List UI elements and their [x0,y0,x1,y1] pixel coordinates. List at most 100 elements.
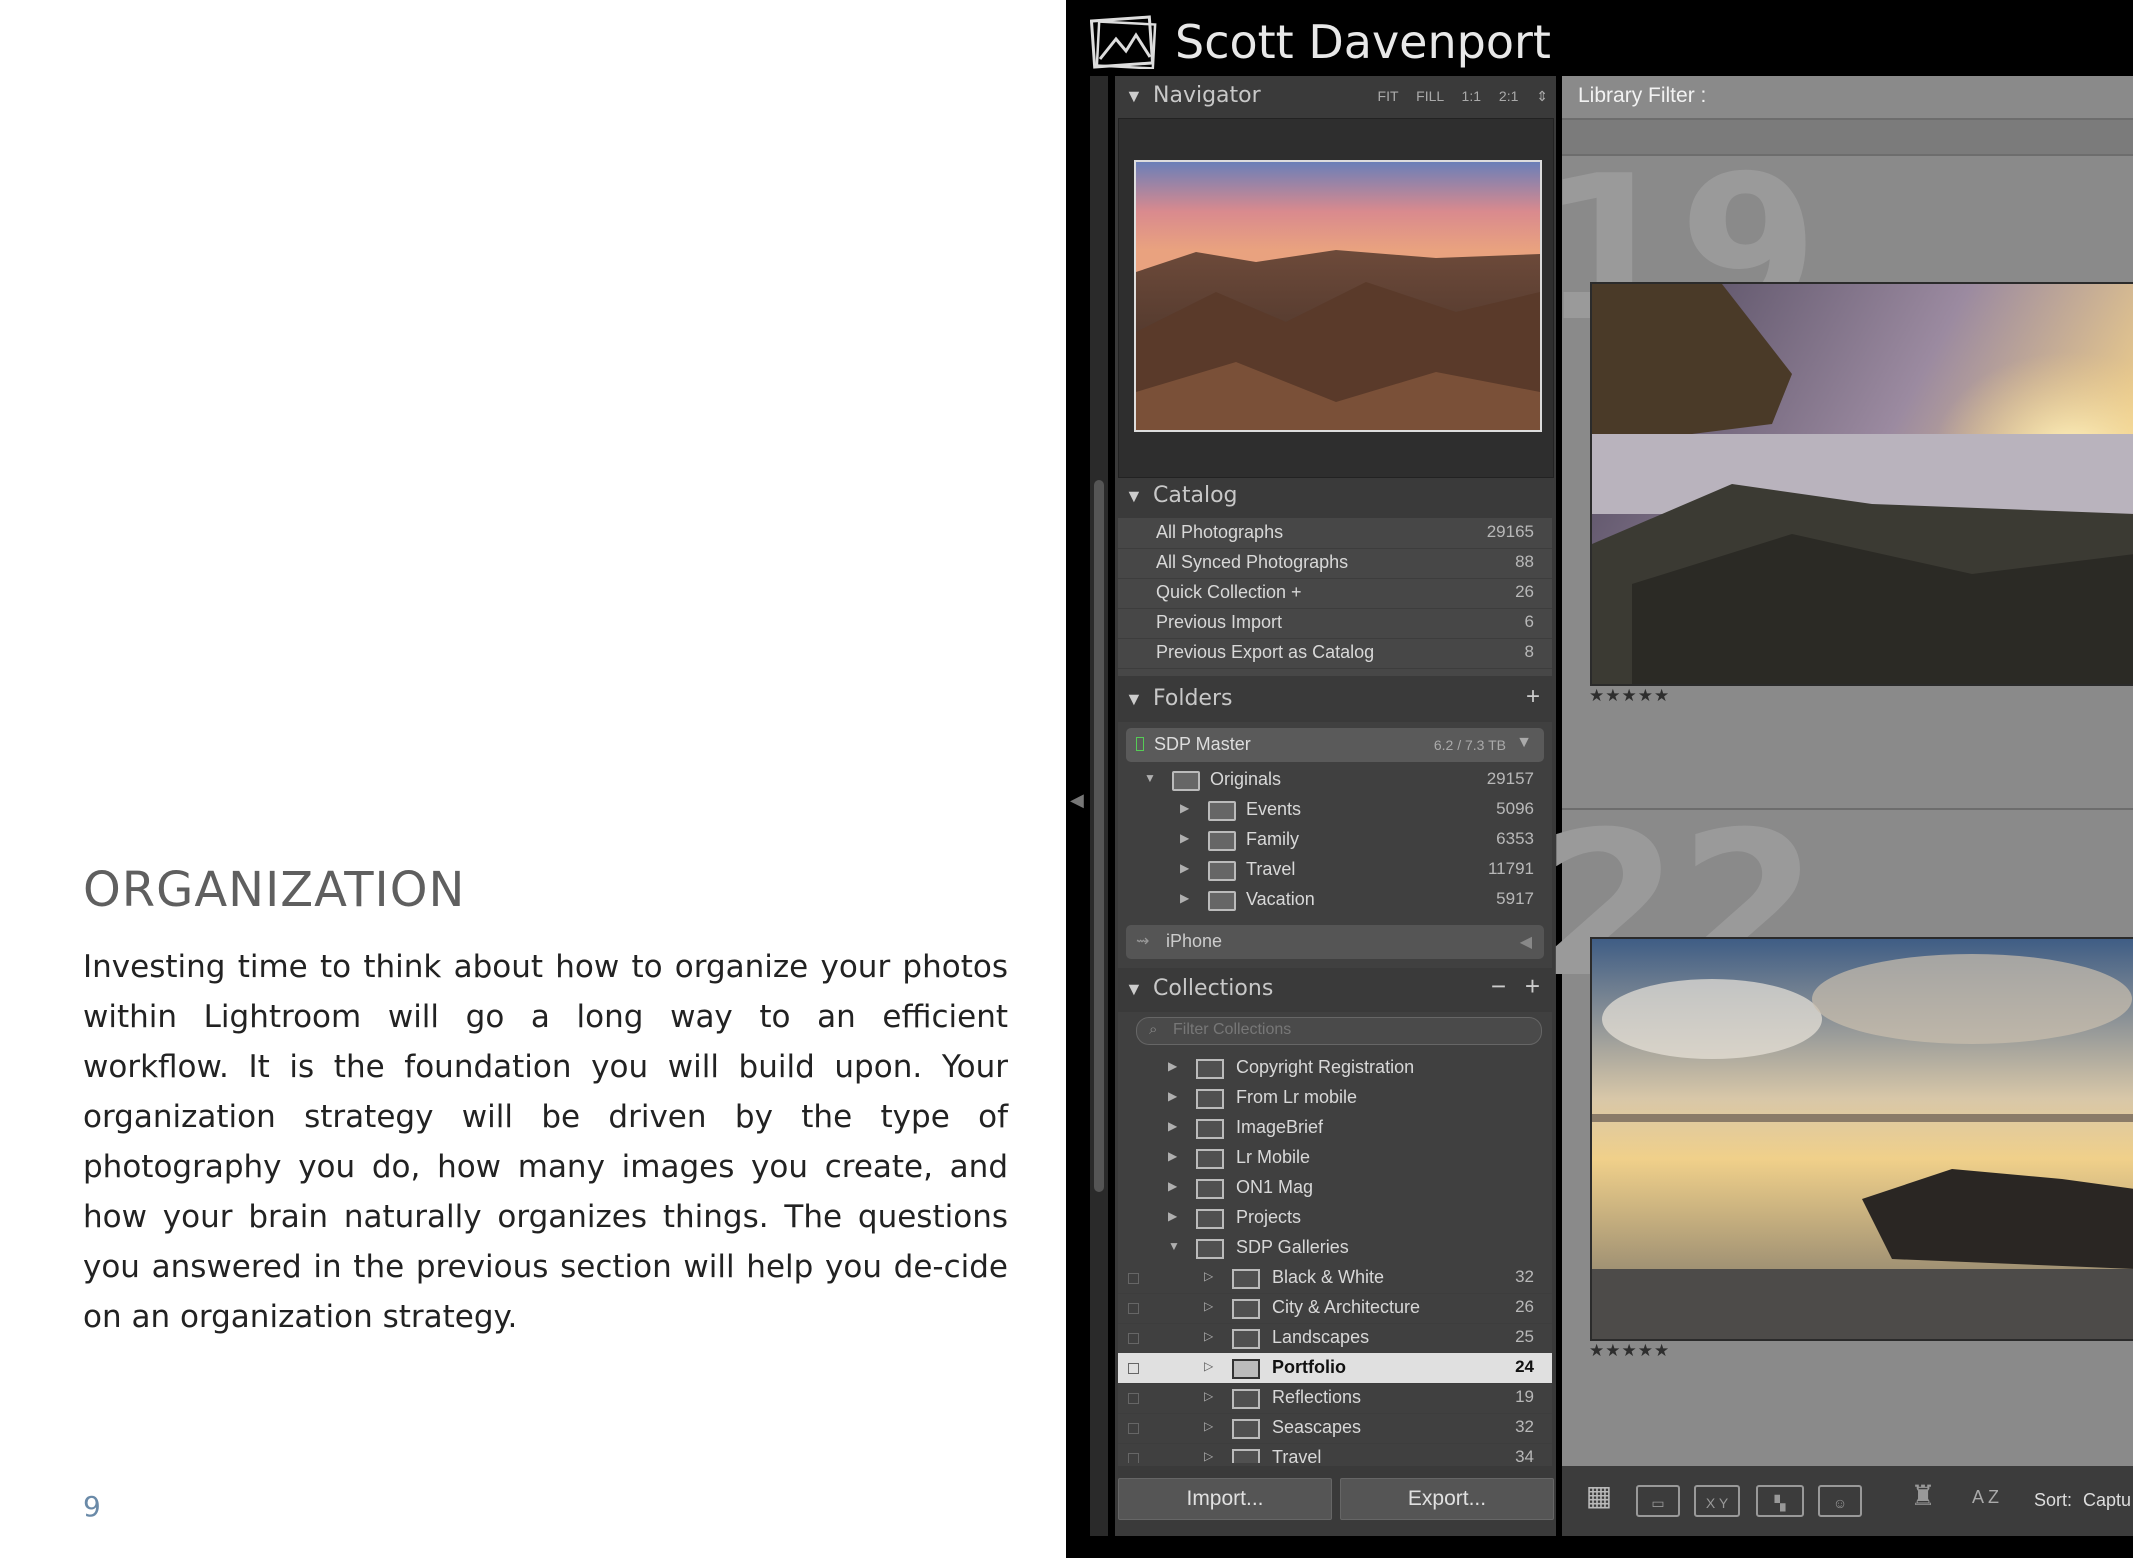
disclosure-open-icon[interactable]: ▼ [1144,771,1156,785]
add-collection-icon[interactable]: + [1525,971,1540,1002]
collection-set-lr-mobile[interactable]: ▶ Lr Mobile [1118,1143,1552,1173]
smart-disclosure-icon[interactable]: ▷ [1204,1419,1213,1433]
collection-icon [1232,1329,1260,1349]
sort-value[interactable]: Captu [2083,1490,2131,1511]
collection-landscapes[interactable]: ▷ Landscapes 25 [1118,1323,1552,1354]
collection-set-from-lr-mobile[interactable]: ▶ From Lr mobile [1118,1083,1552,1113]
left-panel-scrollbar[interactable] [1094,480,1104,1192]
painter-spray-can-icon[interactable]: ♜ [1910,1480,1936,1512]
disclosure-closed-icon[interactable]: ▶ [1168,1119,1177,1133]
smart-disclosure-icon[interactable]: ▷ [1204,1299,1213,1313]
collection-icon [1232,1419,1260,1439]
library-filter-bar[interactable]: Library Filter : [1562,76,2133,120]
collection-icon [1232,1269,1260,1289]
grid-thumbnail-beach-reflection[interactable] [1590,937,2133,1341]
target-checkbox[interactable] [1128,1423,1139,1434]
smart-disclosure-icon[interactable]: ▷ [1204,1329,1213,1343]
disclosure-open-icon[interactable]: ▼ [1168,1239,1180,1253]
smart-disclosure-icon[interactable]: ▷ [1204,1269,1213,1283]
disclosure-closed-icon[interactable]: ▶ [1180,861,1189,875]
volume-sdp-master[interactable]: SDP Master 6.2 / 7.3 TB ▼ [1126,728,1544,762]
collapse-triangle-icon[interactable]: ▼ [1125,979,1143,1000]
page-number: 9 [83,1490,101,1523]
rating-stars[interactable]: ★★★★★ [1589,1341,1670,1361]
volume-menu-icon[interactable]: ▼ [1516,734,1532,752]
volume-iphone[interactable]: ⇝ iPhone ◀ [1126,925,1544,959]
collection-set-sdp-galleries[interactable]: ▼ SDP Galleries [1118,1233,1552,1263]
collection-travel[interactable]: ▷ Travel 34 [1118,1443,1552,1463]
zoom-1-1[interactable]: 1:1 [1462,88,1481,104]
folder-travel[interactable]: ▶ Travel 11791 [1118,855,1552,885]
collections-header[interactable]: ▼ Collections − + [1115,971,1556,1011]
smart-disclosure-icon[interactable]: ▷ [1204,1359,1213,1373]
navigator-preview-image[interactable] [1134,160,1542,432]
collapse-triangle-icon[interactable]: ▼ [1125,689,1143,710]
collection-set-copyright[interactable]: ▶ Copyright Registration [1118,1053,1552,1083]
folder-icon [1208,891,1236,911]
collapse-triangle-icon[interactable]: ▼ [1125,86,1143,107]
filter-collections-input[interactable]: ⌕ Filter Collections [1136,1017,1542,1045]
collection-reflections[interactable]: ▷ Reflections 19 [1118,1383,1552,1414]
volume-status-icon [1136,737,1144,751]
smart-disclosure-icon[interactable]: ▷ [1204,1449,1213,1463]
collapse-left-panel-icon[interactable]: ◀ [1070,790,1084,811]
catalog-item-previous-import[interactable]: Previous Import 6 [1118,608,1552,639]
target-checkbox[interactable] [1128,1303,1139,1314]
collection-portfolio-selected[interactable]: ▷ Portfolio 24 [1118,1353,1552,1384]
zoom-fit[interactable]: FIT [1378,88,1399,104]
disclosure-closed-icon[interactable]: ▶ [1168,1059,1177,1073]
catalog-item-synced[interactable]: All Synced Photographs 88 [1118,548,1552,579]
collection-black-white[interactable]: ▷ Black & White 32 [1118,1263,1552,1294]
loupe-view-icon[interactable]: ▭ [1636,1485,1680,1517]
collection-set-imagebrief[interactable]: ▶ ImageBrief [1118,1113,1552,1143]
folder-family[interactable]: ▶ Family 6353 [1118,825,1552,855]
collection-tree: ▶ Copyright Registration ▶ From Lr mobil… [1118,1053,1552,1463]
target-checkbox[interactable] [1128,1393,1139,1404]
volume-name: SDP Master [1154,734,1251,754]
target-checkbox[interactable] [1128,1333,1139,1344]
folder-originals[interactable]: ▼ Originals 29157 [1118,765,1552,795]
catalog-item-quick-collection[interactable]: Quick Collection + 26 [1118,578,1552,609]
export-button[interactable]: Export... [1340,1478,1554,1520]
collection-set-projects[interactable]: ▶ Projects [1118,1203,1552,1233]
disclosure-closed-icon[interactable]: ▶ [1180,831,1189,845]
import-button[interactable]: Import... [1118,1478,1332,1520]
identity-plate: Scott Davenport [1175,15,1551,69]
remove-collection-icon[interactable]: − [1491,971,1506,1002]
add-folder-icon[interactable]: + [1526,683,1540,711]
zoom-2-1[interactable]: 2:1 [1499,88,1518,104]
navigator-header[interactable]: ▼ Navigator FIT FILL 1:1 2:1 ⇕ [1115,78,1556,118]
smart-disclosure-icon[interactable]: ▷ [1204,1389,1213,1403]
navigator-zoom-options[interactable]: FIT FILL 1:1 2:1 ⇕ [1378,88,1548,105]
target-checkbox[interactable] [1128,1363,1139,1374]
folder-vacation[interactable]: ▶ Vacation 5917 [1118,885,1552,915]
disclosure-closed-icon[interactable]: ▶ [1168,1149,1177,1163]
compare-view-icon[interactable]: X Y [1694,1485,1740,1517]
disclosure-closed-icon[interactable]: ▶ [1168,1179,1177,1193]
volume-expand-icon[interactable]: ◀ [1520,932,1532,952]
folders-header[interactable]: ▼ Folders + [1115,681,1556,721]
grid-thumbnail-seascape[interactable] [1590,282,2133,686]
rating-stars[interactable]: ★★★★★ [1589,686,1670,706]
disclosure-closed-icon[interactable]: ▶ [1168,1209,1177,1223]
target-checkbox[interactable] [1128,1453,1139,1463]
catalog-item-previous-export[interactable]: Previous Export as Catalog 8 [1118,638,1552,669]
collection-set-on1-mag[interactable]: ▶ ON1 Mag [1118,1173,1552,1203]
zoom-fill[interactable]: FILL [1416,88,1444,104]
people-view-icon[interactable]: ☺ [1818,1485,1862,1517]
folder-events[interactable]: ▶ Events 5096 [1118,795,1552,825]
collection-city-architecture[interactable]: ▷ City & Architecture 26 [1118,1293,1552,1324]
survey-view-icon[interactable]: ▚ [1756,1485,1804,1517]
catalog-header[interactable]: ▼ Catalog [1115,478,1556,518]
sort-direction-icon[interactable]: A Z [1972,1487,1999,1508]
disclosure-closed-icon[interactable]: ▶ [1168,1089,1177,1103]
disclosure-closed-icon[interactable]: ▶ [1180,801,1189,815]
grid-view-icon[interactable]: ▦ [1576,1481,1622,1513]
collapse-triangle-icon[interactable]: ▼ [1125,486,1143,507]
collection-icon [1232,1389,1260,1409]
collection-seascapes[interactable]: ▷ Seascapes 32 [1118,1413,1552,1444]
disclosure-closed-icon[interactable]: ▶ [1180,891,1189,905]
zoom-stepper-icon[interactable]: ⇕ [1536,88,1548,104]
catalog-item-all-photographs[interactable]: All Photographs 29165 [1118,518,1552,549]
target-checkbox[interactable] [1128,1273,1139,1284]
